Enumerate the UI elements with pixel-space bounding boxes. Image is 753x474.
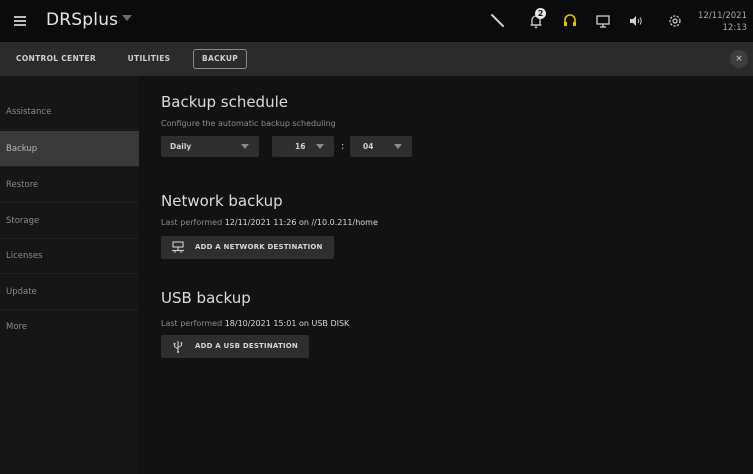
sidebar-item-restore[interactable]: Restore [0, 167, 139, 203]
tab-bar: CONTROL CENTER UTILITIES BACKUP × [0, 42, 753, 76]
add-network-destination-label: ADD A NETWORK DESTINATION [195, 243, 323, 251]
chevron-down-icon [394, 144, 402, 149]
time-separator: : [341, 141, 345, 152]
add-usb-destination-label: ADD A USB DESTINATION [195, 342, 298, 350]
hour-value: 16 [295, 142, 306, 151]
last-performed-date: 12/11/2021 11:26 [224, 218, 297, 227]
network-last-performed: Last performed 12/11/2021 11:26 on //10.… [161, 218, 378, 227]
bell-icon[interactable]: 2 [527, 8, 546, 30]
close-icon[interactable]: × [730, 50, 748, 68]
on-label: on [298, 218, 309, 227]
app-title: DRSplus [46, 10, 119, 30]
top-bar: DRSplus 2 12/11/2021 12:13 [0, 0, 753, 42]
usb-backup-title: USB backup [161, 289, 251, 307]
last-performed-date: 18/10/2021 15:01 [224, 319, 297, 328]
notification-badge: 2 [535, 8, 546, 19]
chevron-down-icon[interactable] [122, 15, 132, 21]
hour-select[interactable]: 16 [272, 136, 334, 157]
chevron-down-icon [316, 144, 324, 149]
minute-value: 04 [363, 142, 374, 151]
sidebar-item-more[interactable]: More [0, 309, 139, 345]
tab-backup[interactable]: BACKUP [193, 49, 247, 69]
usb-last-performed: Last performed 18/10/2021 15:01 on USB D… [161, 319, 349, 328]
network-icon [171, 241, 185, 254]
on-label: on [298, 319, 309, 328]
sidebar-item-assistance[interactable]: Assistance [0, 94, 139, 130]
backup-schedule-description: Configure the automatic backup schedulin… [161, 119, 336, 128]
main-content: Backup schedule Configure the automatic … [139, 76, 753, 474]
usb-icon [171, 340, 185, 353]
backup-schedule-title: Backup schedule [161, 93, 288, 111]
frequency-select[interactable]: Daily [161, 136, 259, 157]
chevron-down-icon [241, 144, 249, 149]
menu-icon[interactable] [14, 16, 26, 26]
sidebar-item-licenses[interactable]: Licenses [0, 238, 139, 274]
frequency-value: Daily [170, 142, 192, 151]
tool-icon[interactable] [489, 12, 507, 30]
add-usb-destination-button[interactable]: ADD A USB DESTINATION [161, 335, 309, 358]
add-network-destination-button[interactable]: ADD A NETWORK DESTINATION [161, 236, 334, 259]
sidebar: Assistance Backup Restore Storage Licens… [0, 76, 139, 474]
sidebar-item-backup[interactable]: Backup [0, 131, 139, 167]
speaker-icon[interactable] [627, 12, 645, 30]
date-label: 12/11/2021 [698, 11, 747, 21]
network-backup-title: Network backup [161, 192, 283, 210]
gear-icon[interactable] [666, 12, 684, 30]
network-target: //10.0.211/home [311, 218, 378, 227]
date-time: 12/11/2021 12:13 [698, 10, 747, 34]
headset-icon[interactable] [561, 12, 579, 30]
minute-select[interactable]: 04 [350, 136, 412, 157]
tab-control-center[interactable]: CONTROL CENTER [6, 49, 106, 69]
monitor-icon[interactable] [594, 12, 612, 30]
sidebar-item-update[interactable]: Update [0, 274, 139, 310]
last-performed-label: Last performed [161, 319, 223, 328]
tab-utilities[interactable]: UTILITIES [118, 49, 180, 69]
last-performed-label: Last performed [161, 218, 223, 227]
sidebar-item-storage[interactable]: Storage [0, 203, 139, 239]
usb-target: USB DISK [311, 319, 350, 328]
time-label: 12:13 [722, 23, 748, 33]
